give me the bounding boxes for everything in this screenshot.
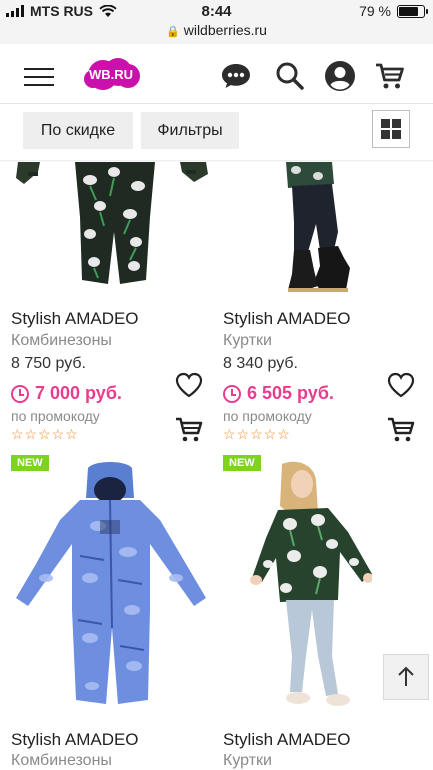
product-category: Комбинезоны — [11, 332, 112, 349]
logo-text: WB.RU — [88, 67, 134, 82]
product-old-price: 8 750 руб. — [11, 355, 86, 372]
search-icon[interactable] — [274, 60, 306, 92]
product-image[interactable] — [222, 162, 422, 297]
add-to-cart-icon[interactable] — [386, 414, 416, 444]
product-promo-price: 7 000 руб. — [11, 383, 122, 404]
promo-price-value: 6 505 руб. — [247, 383, 334, 403]
filter-bar: По скидке Фильтры — [0, 104, 433, 160]
battery-percent: 79 % — [359, 3, 391, 19]
product-category: Куртки — [223, 752, 272, 769]
product-brand[interactable]: Stylish AMADEO — [11, 309, 139, 329]
product-brand[interactable]: Stylish AMADEO — [223, 309, 351, 329]
heart-icon[interactable] — [174, 370, 204, 400]
rating-stars: ☆☆☆☆☆ — [223, 426, 291, 442]
add-to-cart-icon[interactable] — [174, 414, 204, 444]
product-category: Комбинезоны — [11, 752, 112, 769]
rating-stars: ☆☆☆☆☆ — [11, 426, 79, 442]
clock-icon — [11, 384, 29, 403]
site-logo[interactable]: WB.RU — [82, 58, 140, 92]
cart-icon[interactable] — [374, 60, 406, 92]
status-right: 79 % — [359, 3, 428, 19]
product-image[interactable] — [10, 460, 210, 715]
product-brand[interactable]: Stylish AMADEO — [11, 730, 139, 750]
status-bar: MTS RUS 8:44 79 % — [0, 0, 433, 22]
filters-button[interactable]: Фильтры — [141, 112, 239, 149]
product-old-price: 8 340 руб. — [223, 355, 298, 372]
scroll-to-top-button[interactable] — [383, 654, 429, 700]
battery-icon — [397, 4, 428, 18]
lock-icon: 🔒 — [166, 26, 180, 38]
product-image[interactable] — [10, 162, 210, 297]
url-text: wildberries.ru — [183, 22, 267, 38]
promo-note: по промокоду — [223, 408, 312, 424]
site-header: WB.RU — [0, 44, 433, 104]
address-bar[interactable]: 🔒 wildberries.ru — [0, 22, 433, 44]
account-icon[interactable] — [324, 60, 356, 92]
arrow-up-icon — [398, 666, 414, 686]
product-image[interactable] — [222, 460, 372, 715]
clock-icon — [223, 384, 241, 403]
grid-view-icon[interactable] — [372, 110, 410, 148]
promo-price-value: 7 000 руб. — [35, 383, 122, 403]
menu-icon[interactable] — [24, 68, 54, 86]
product-category: Куртки — [223, 332, 272, 349]
product-brand[interactable]: Stylish AMADEO — [223, 730, 351, 750]
sort-by-discount-button[interactable]: По скидке — [23, 112, 133, 149]
promo-note: по промокоду — [11, 408, 100, 424]
chat-icon[interactable] — [220, 60, 252, 92]
heart-icon[interactable] — [386, 370, 416, 400]
product-promo-price: 6 505 руб. — [223, 383, 334, 404]
